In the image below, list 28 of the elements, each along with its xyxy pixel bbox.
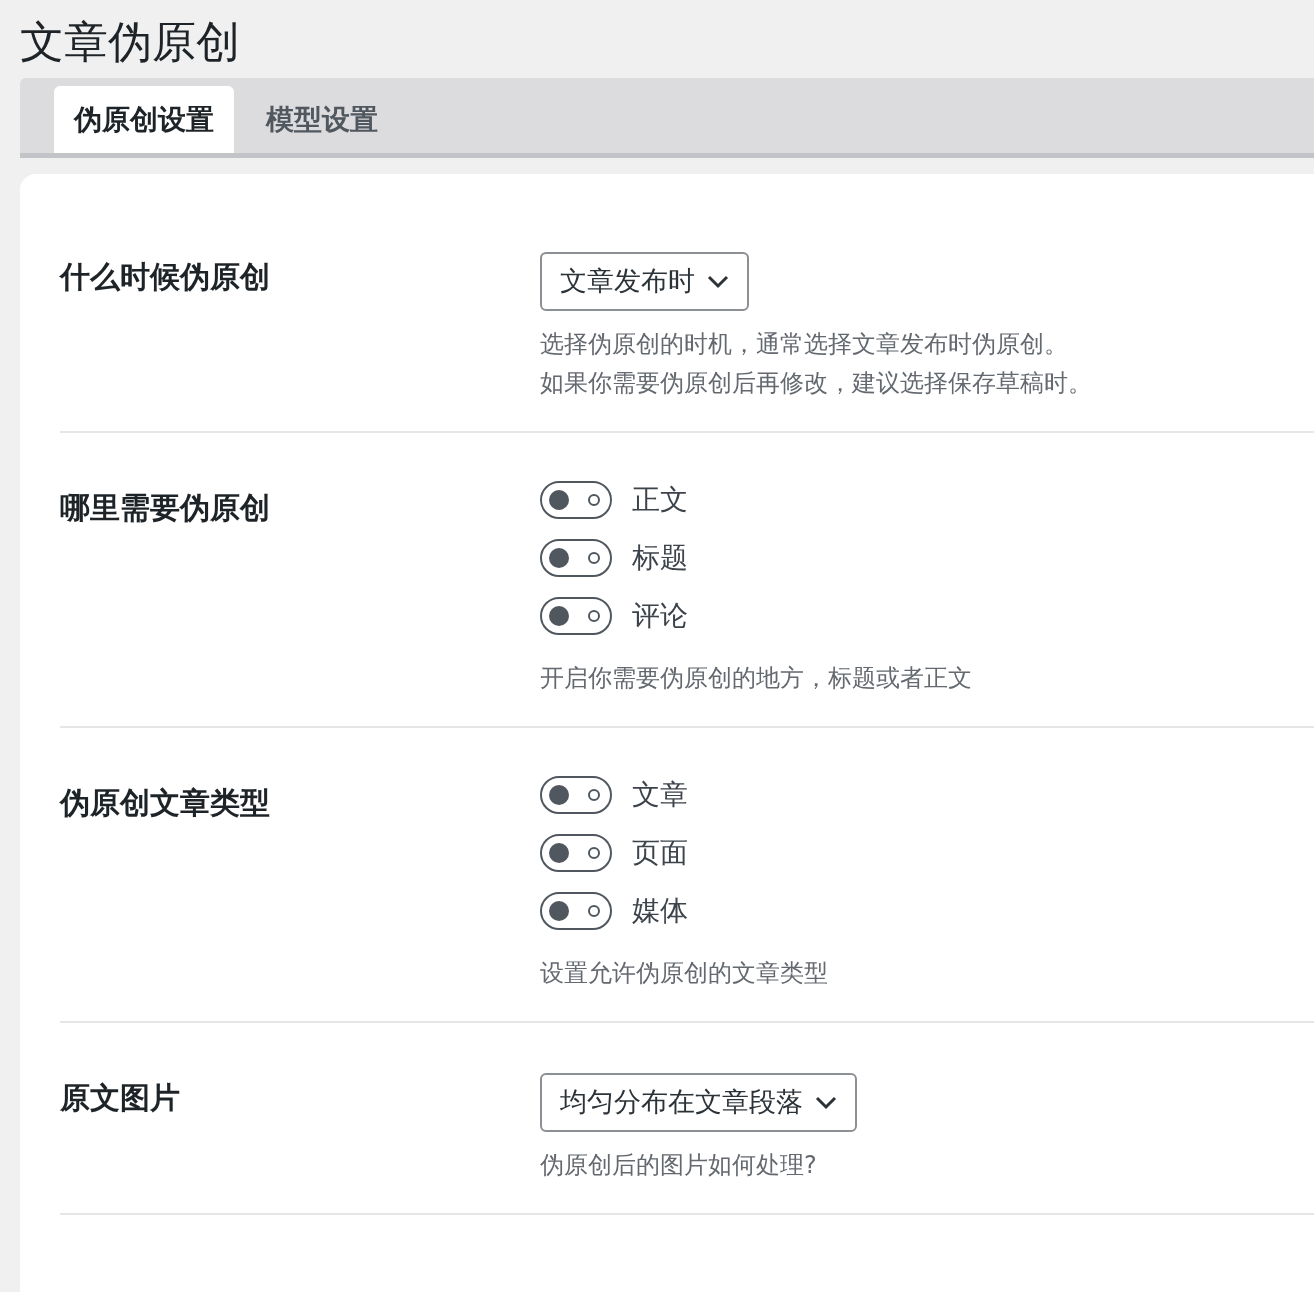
toggle-switch[interactable] xyxy=(540,597,612,635)
tab[interactable]: 模型设置 xyxy=(246,86,398,153)
toggle-switch[interactable] xyxy=(540,776,612,814)
setting-label: 原文图片 xyxy=(60,1080,180,1115)
setting-label: 伪原创文章类型 xyxy=(60,785,270,820)
setting-description: 如果你需要伪原创后再修改，建议选择保存草稿时。 xyxy=(540,368,1092,399)
dropdown-select[interactable]: 文章发布时 xyxy=(540,252,749,311)
toggle-label: 页面 xyxy=(632,835,688,871)
setting-description: 伪原创后的图片如何处理? xyxy=(540,1150,818,1181)
toggle-switch[interactable] xyxy=(540,892,612,930)
setting-description: 开启你需要伪原创的地方，标题或者正文 xyxy=(540,663,972,694)
toggle-switch[interactable] xyxy=(540,481,612,519)
toggle-label: 标题 xyxy=(632,540,688,576)
setting-description: 设置允许伪原创的文章类型 xyxy=(540,958,828,989)
setting-label: 哪里需要伪原创 xyxy=(60,490,270,525)
setting-description: 选择伪原创的时机，通常选择文章发布时伪原创。 xyxy=(540,329,1069,360)
toggle-label: 评论 xyxy=(632,598,688,634)
toggle-label: 正文 xyxy=(632,482,688,518)
setting-label: 什么时候伪原创 xyxy=(60,259,270,294)
toggle-switch[interactable] xyxy=(540,539,612,577)
tab[interactable]: 伪原创设置 xyxy=(54,86,234,153)
chevron-down-icon xyxy=(815,1095,837,1110)
toggle-label: 文章 xyxy=(632,777,688,813)
dropdown-select[interactable]: 均匀分布在文章段落 xyxy=(540,1073,857,1132)
chevron-down-icon xyxy=(707,274,729,289)
toggle-switch[interactable] xyxy=(540,834,612,872)
page-title: 文章伪原创 xyxy=(20,15,241,69)
toggle-label: 媒体 xyxy=(632,893,688,929)
